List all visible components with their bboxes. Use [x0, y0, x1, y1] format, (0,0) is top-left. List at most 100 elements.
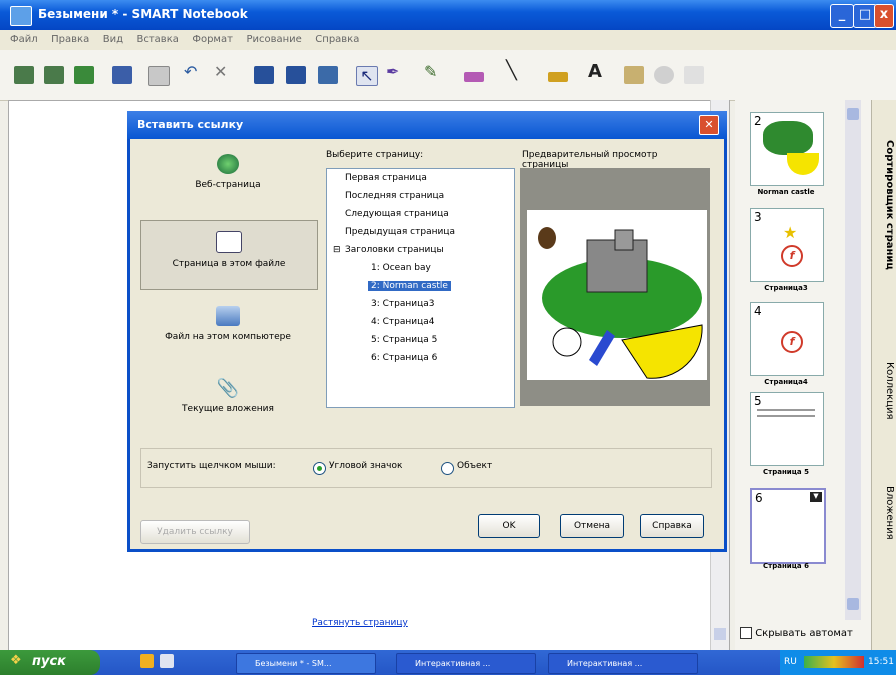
balloon-icon: [538, 227, 556, 249]
clock: 15:51: [868, 657, 894, 667]
link-type-file-on-computer[interactable]: Файл на этом компьютере: [140, 300, 316, 368]
radio-corner-label[interactable]: Угловой значок: [329, 461, 402, 471]
close-window-button[interactable]: x: [874, 4, 894, 28]
tree-item[interactable]: Следующая страница: [345, 209, 449, 219]
tree-expander-icon[interactable]: ⊟: [333, 245, 341, 255]
table-icon[interactable]: [318, 66, 338, 84]
castle-thumbnail-icon: [763, 121, 813, 155]
text-line: [757, 409, 815, 411]
add-page-icon[interactable]: [74, 66, 94, 84]
page-thumbnail-label: Norman castle: [757, 188, 815, 196]
tree-item[interactable]: Первая страница: [345, 173, 427, 183]
globe-icon: [217, 154, 239, 174]
cancel-button[interactable]: Отмена: [560, 514, 624, 538]
more-tools-icon[interactable]: [684, 66, 704, 84]
page-thumbnail[interactable]: 2: [750, 112, 824, 186]
delete-link-button[interactable]: Удалить ссылку: [140, 520, 250, 544]
tree-group[interactable]: Заголовки страницы: [345, 245, 444, 255]
menu-format[interactable]: Формат: [192, 30, 233, 50]
forward-page-icon[interactable]: [44, 66, 64, 84]
link-type-web-page[interactable]: Веб-страница: [140, 148, 316, 216]
page-thumbnail[interactable]: 4 f: [750, 302, 824, 376]
undo-icon[interactable]: ↶: [184, 62, 204, 81]
quicklaunch-icon[interactable]: [140, 654, 154, 668]
hide-auto-checkbox[interactable]: [740, 627, 752, 639]
click-launch-label: Запустить щелчком мыши:: [147, 461, 276, 471]
soccer-ball-icon: [552, 327, 582, 357]
page-thumbnail-label: Страница 5: [763, 468, 809, 476]
full-screen-icon[interactable]: [286, 66, 306, 84]
menu-edit[interactable]: Правка: [51, 30, 89, 50]
save-icon[interactable]: [112, 66, 132, 84]
star-icon: ★: [783, 223, 798, 242]
tree-item-selected[interactable]: 2: Norman castle: [368, 281, 451, 291]
menu-insert[interactable]: Вставка: [136, 30, 178, 50]
help-button[interactable]: Справка: [640, 514, 704, 538]
page-thumbnail-selected[interactable]: 6 ▼: [750, 488, 826, 564]
back-page-icon[interactable]: [14, 66, 34, 84]
select-arrow-icon[interactable]: ↖: [356, 66, 378, 86]
properties-icon[interactable]: [654, 66, 674, 84]
page-thumbnail[interactable]: 5: [750, 392, 824, 466]
link-type-attachments[interactable]: 📎 Текущие вложения: [140, 372, 316, 440]
tree-item[interactable]: 4: Страница4: [371, 317, 434, 327]
page-preview-image: [527, 210, 707, 380]
screen-shade-icon[interactable]: [254, 66, 274, 84]
start-button[interactable]: ❖ пуск: [0, 650, 100, 675]
pie-thumbnail-icon: [787, 153, 819, 175]
eraser-icon[interactable]: [464, 72, 484, 82]
menu-file[interactable]: Файл: [10, 30, 38, 50]
page-thumbnail-label: Страница4: [764, 378, 808, 386]
toolbar: ↶ ✕ ↖ ✒ ✎ ╲ A: [0, 50, 896, 101]
delete-icon[interactable]: ✕: [214, 62, 234, 81]
folder-icon: [216, 306, 240, 326]
language-indicator[interactable]: RU: [784, 657, 797, 667]
radio-corner-icon[interactable]: [313, 462, 326, 475]
ok-button[interactable]: OK: [478, 514, 540, 538]
tray-icons[interactable]: [804, 656, 864, 668]
tree-item[interactable]: Последняя страница: [345, 191, 444, 201]
radio-object-label[interactable]: Объект: [457, 461, 492, 471]
side-panel-scrollbar[interactable]: [845, 100, 861, 620]
tree-item[interactable]: Предыдущая страница: [345, 227, 455, 237]
tab-attachments[interactable]: Вложения: [874, 486, 895, 540]
scroll-down-arrow-icon[interactable]: [714, 628, 726, 640]
tab-gallery[interactable]: Коллекция: [874, 362, 895, 420]
page-thumbnail[interactable]: 3 ★ f: [750, 208, 824, 282]
shape-tool-icon[interactable]: [548, 72, 568, 82]
radio-object[interactable]: [441, 462, 454, 475]
line-tool-icon[interactable]: ╲: [506, 60, 526, 81]
dialog-title: Вставить ссылку: [137, 118, 244, 131]
taskbar-task[interactable]: Интерактивная ...: [548, 653, 698, 674]
windows-logo-icon: ❖: [10, 653, 22, 668]
tree-item[interactable]: 6: Страница 6: [371, 353, 437, 363]
tree-item[interactable]: 1: Ocean bay: [371, 263, 431, 273]
menu-view[interactable]: Вид: [103, 30, 123, 50]
thumbnail-menu-icon[interactable]: ▼: [810, 492, 822, 502]
creative-pen-icon[interactable]: ✎: [424, 62, 444, 81]
menu-draw[interactable]: Рисование: [246, 30, 301, 50]
smart-notebook-app-icon: [10, 6, 32, 26]
fill-icon[interactable]: [624, 66, 644, 84]
page-tree[interactable]: Первая страница Последняя страница Следу…: [326, 168, 515, 408]
desktop-icon[interactable]: [160, 654, 174, 668]
tree-item[interactable]: 3: Страница3: [371, 299, 434, 309]
paste-icon[interactable]: [148, 66, 170, 86]
link-type-page-in-file[interactable]: Страница в этом файле: [140, 220, 318, 290]
app-title-bar: Безымени * - SMART Notebook _ □ x: [0, 0, 896, 30]
castle-tower: [614, 229, 634, 251]
text-tool-icon[interactable]: A: [588, 61, 608, 82]
tab-page-sorter[interactable]: Сортировщик страниц: [874, 140, 895, 270]
tree-item[interactable]: 5: Страница 5: [371, 335, 437, 345]
text-line: [757, 415, 815, 417]
minimize-button[interactable]: _: [830, 4, 854, 28]
scroll-down-arrow-icon[interactable]: [847, 598, 859, 610]
taskbar-task[interactable]: Безымени * - SM...: [236, 653, 376, 674]
dialog-close-button[interactable]: ✕: [699, 115, 719, 135]
stretch-page-link[interactable]: Растянуть страницу: [312, 618, 408, 628]
taskbar-task[interactable]: Интерактивная ...: [396, 653, 536, 674]
menu-help[interactable]: Справка: [315, 30, 359, 50]
hide-auto-checkbox-row[interactable]: Скрывать автомат: [740, 627, 853, 639]
pen-tool-icon[interactable]: ✒: [386, 62, 406, 81]
scroll-up-arrow-icon[interactable]: [847, 108, 859, 120]
